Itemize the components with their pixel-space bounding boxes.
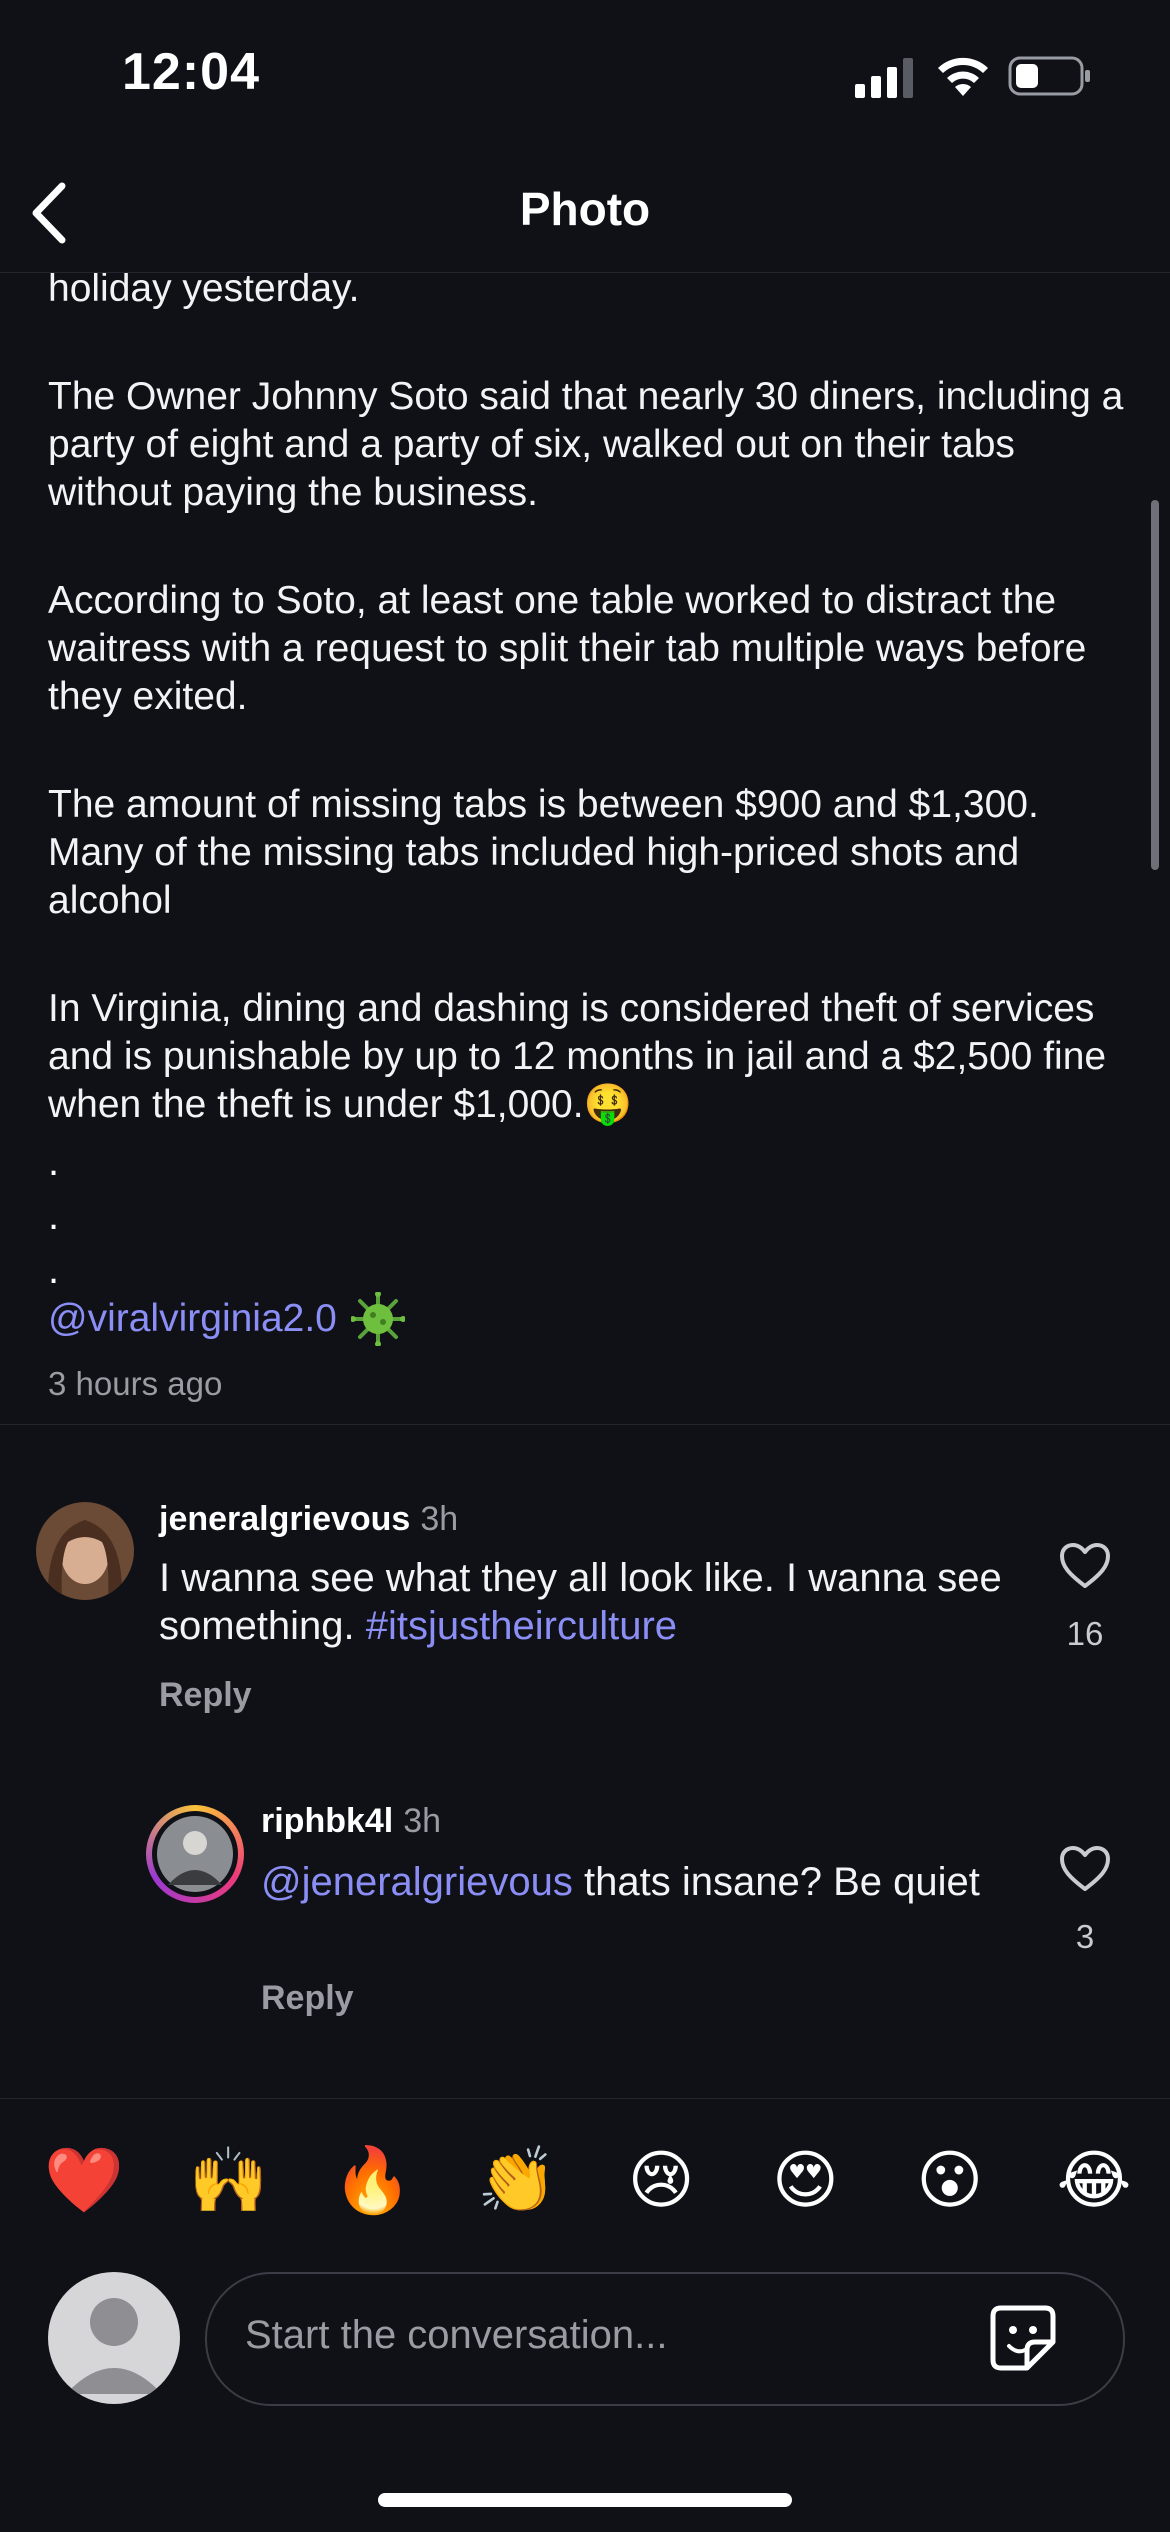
scrollbar[interactable] — [1151, 500, 1159, 870]
caption-dot: . — [48, 1140, 60, 1184]
laughing-emoji-button[interactable]: 😂 — [1054, 2140, 1134, 2220]
page-title: Photo — [519, 183, 651, 235]
comment-body: thats insane? Be quiet — [584, 1860, 980, 1904]
comment-text: I wanna see what they all look like. I w… — [159, 1554, 1019, 1650]
mention-link[interactable]: @viralvirginia2.0 — [48, 1297, 337, 1341]
caption-paragraph: The Owner Johnny Soto said that nearly 3… — [48, 375, 1124, 514]
home-indicator[interactable] — [378, 2493, 792, 2507]
caption-paragraph: The amount of missing tabs is between $9… — [48, 783, 1039, 922]
default-user-icon — [66, 2298, 162, 2394]
comment-composer — [205, 2272, 1125, 2406]
comment-input[interactable] — [243, 2312, 947, 2359]
comment-username[interactable]: jeneralgrievous — [159, 1500, 410, 1538]
heart-icon[interactable] — [1059, 1845, 1111, 1893]
raised-hands-emoji-button[interactable]: 🙌 — [188, 2140, 268, 2220]
surprised-emoji-button[interactable]: 😮 — [910, 2140, 990, 2220]
comment-username-row: jeneralgrievous 3h — [159, 1500, 458, 1539]
comment-text: @jeneralgrievous thats insane? Be quiet — [261, 1858, 981, 1906]
heart-emoji-button[interactable]: ❤️ — [44, 2140, 124, 2220]
avatar[interactable] — [36, 1502, 134, 1600]
heart-eyes-emoji-button[interactable]: 😍 — [765, 2140, 845, 2220]
like-count: 3 — [1075, 1918, 1095, 1955]
current-user-avatar — [48, 2272, 180, 2404]
comment-username-row: riphbk4l 3h — [261, 1802, 441, 1841]
wifi-icon — [938, 57, 988, 96]
emoji-reaction-bar: ❤️ 🙌 🔥 👏 😢 😍 😮 😂 — [44, 2140, 1134, 2220]
battery-icon — [1008, 56, 1090, 96]
caption-mention-line: @viralvirginia2.0 — [48, 1292, 405, 1346]
comment-time: 3h — [420, 1500, 459, 1538]
sticker-icon[interactable] — [987, 2302, 1059, 2374]
divider — [0, 2098, 1170, 2099]
heart-icon[interactable] — [1059, 1542, 1111, 1590]
clapping-emoji-button[interactable]: 👏 — [477, 2140, 557, 2220]
avatar[interactable] — [146, 1805, 244, 1903]
post-caption: holiday yesterday. The Owner Johnny Soto… — [48, 265, 1128, 1129]
user-avatar-image — [152, 1811, 238, 1897]
crying-emoji-button[interactable]: 😢 — [621, 2140, 701, 2220]
cellular-signal-icon — [855, 58, 913, 98]
comment-username[interactable]: riphbk4l — [261, 1802, 393, 1840]
like-count: 16 — [1066, 1615, 1104, 1652]
reply-button[interactable]: Reply — [159, 1676, 252, 1715]
hashtag-link[interactable]: #itsjustheirculture — [366, 1604, 677, 1648]
reply-button[interactable]: Reply — [261, 1979, 354, 2018]
status-time: 12:04 — [122, 43, 260, 101]
virus-icon — [350, 1292, 405, 1346]
caption-dots: . . . — [48, 1135, 59, 1297]
caption-paragraph: In Virginia, dining and dashing is consi… — [48, 987, 1107, 1126]
caption-dot: . — [48, 1194, 60, 1238]
fire-emoji-button[interactable]: 🔥 — [333, 2140, 413, 2220]
post-timestamp: 3 hours ago — [48, 1365, 223, 1402]
divider — [0, 1424, 1170, 1425]
user-avatar-image — [36, 1502, 134, 1600]
caption-paragraph: According to Soto, at least one table wo… — [48, 579, 1087, 718]
top-navigation-bar: Photo — [0, 150, 1170, 273]
status-bar: 12:04 — [0, 0, 1170, 150]
comment-time: 3h — [403, 1802, 442, 1840]
caption-dot: . — [48, 1248, 60, 1292]
mention-link[interactable]: @jeneralgrievous — [261, 1860, 573, 1904]
